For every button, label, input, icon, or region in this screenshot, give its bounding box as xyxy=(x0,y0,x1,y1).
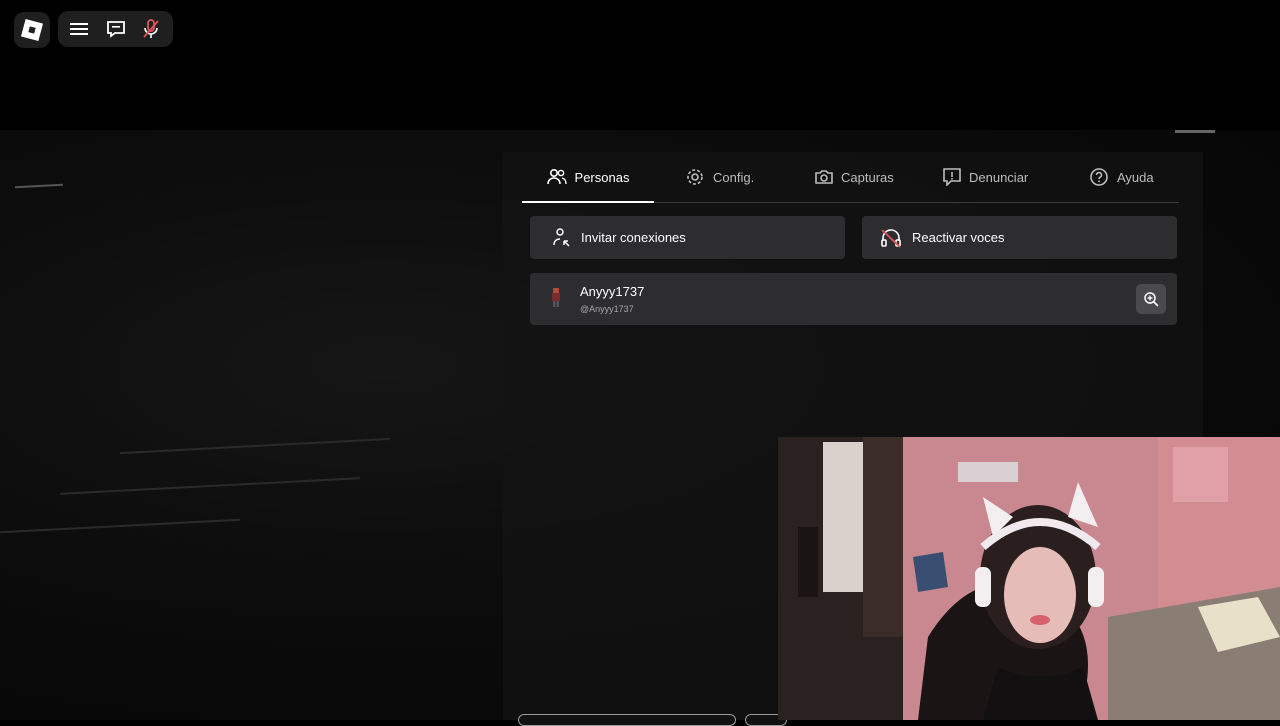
webcam-overlay xyxy=(778,437,1280,720)
tab-ayuda[interactable]: Ayuda xyxy=(1089,152,1154,202)
scene-floor-line xyxy=(0,518,240,534)
tab-config[interactable]: Config. xyxy=(685,152,754,202)
tab-label: Personas xyxy=(574,169,630,185)
inspect-player-button[interactable] xyxy=(1136,284,1166,314)
unmute-voices-button[interactable]: Reactivar voces xyxy=(862,216,1177,259)
player-username: @Anyyy1737 xyxy=(580,304,634,314)
active-tab-indicator xyxy=(522,201,654,203)
hamburger-menu-icon[interactable] xyxy=(67,17,91,41)
gear-icon xyxy=(687,169,703,185)
topbar-controls xyxy=(58,11,173,47)
roblox-menu-button[interactable] xyxy=(14,12,50,48)
tab-label: Ayuda xyxy=(1117,169,1154,185)
people-icon xyxy=(546,168,567,185)
report-icon xyxy=(943,168,961,186)
invite-user-icon xyxy=(553,227,570,247)
unmute-voices-label: Reactivar voces xyxy=(912,230,1005,245)
zoom-in-icon xyxy=(1144,292,1159,307)
invite-connections-label: Invitar conexiones xyxy=(581,230,686,245)
player-row[interactable]: Anyyy1737 @Anyyy1737 xyxy=(530,273,1177,325)
scene-floor-line xyxy=(60,477,360,495)
tab-label: Denunciar xyxy=(969,169,1029,185)
chat-icon[interactable] xyxy=(104,17,128,41)
bottom-menu-button[interactable] xyxy=(518,714,736,726)
tab-denunciar[interactable]: Denunciar xyxy=(943,152,1028,202)
invite-connections-button[interactable]: Invitar conexiones xyxy=(530,216,845,259)
scene-light-streak xyxy=(14,183,64,189)
scene-light-streak xyxy=(1175,130,1215,133)
scene-floor-line xyxy=(120,437,390,455)
player-display-name: Anyyy1737 xyxy=(580,284,645,299)
menu-tabs: Personas Config. Capturas Denunciar Ayud… xyxy=(522,152,1179,203)
player-avatar xyxy=(544,285,568,309)
tab-label: Capturas xyxy=(841,169,894,185)
help-icon xyxy=(1090,168,1108,186)
tab-capturas[interactable]: Capturas xyxy=(815,152,894,202)
microphone-muted-icon[interactable] xyxy=(139,17,163,41)
tab-label: Config. xyxy=(713,169,755,185)
camera-icon xyxy=(815,170,833,184)
headphones-muted-icon xyxy=(881,228,901,248)
tab-personas[interactable]: Personas xyxy=(522,152,654,203)
roblox-logo-icon xyxy=(20,18,44,42)
